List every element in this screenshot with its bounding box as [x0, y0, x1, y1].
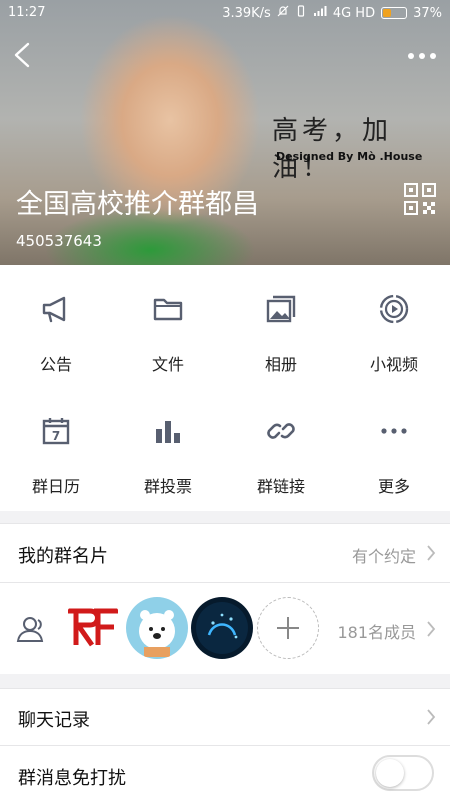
bar-chart-icon [156, 421, 180, 443]
chat-history-title: 聊天记录 [18, 710, 90, 731]
action-label: 群投票 [143, 477, 192, 496]
network-type: 4G HD [332, 5, 376, 21]
more-icon [381, 428, 407, 434]
action-more[interactable]: 更多 [338, 387, 450, 507]
more-options-icon[interactable] [406, 48, 438, 64]
signal-icon [313, 5, 327, 21]
add-member-button[interactable] [257, 597, 319, 659]
action-files[interactable]: 文件 [112, 265, 224, 385]
action-label: 更多 [377, 477, 410, 496]
qr-code-icon[interactable] [404, 183, 436, 215]
action-album[interactable]: 相册 [225, 265, 337, 385]
mute-icon [277, 5, 289, 21]
polar-bear-icon [139, 610, 175, 657]
video-icon [379, 294, 409, 324]
action-label: 群链接 [256, 477, 305, 496]
chat-history-row[interactable]: 聊天记录 [0, 688, 450, 745]
group-card-title: 我的群名片 [18, 546, 108, 567]
dnd-title: 群消息免打扰 [18, 768, 126, 789]
action-label: 小视频 [369, 355, 418, 374]
action-short-video[interactable]: 小视频 [338, 265, 450, 385]
svg-text:7: 7 [52, 429, 60, 443]
action-label: 公告 [39, 355, 72, 374]
divider [0, 674, 450, 688]
avatar[interactable] [62, 597, 124, 659]
group-name: 全国高校推介群都昌 [16, 189, 259, 220]
back-arrow-icon[interactable] [10, 40, 38, 70]
group-id: 450537643 [16, 232, 102, 250]
folder-icon [153, 298, 183, 321]
battery-icon [381, 7, 408, 19]
vibrate-icon [295, 5, 307, 21]
battery-percent: 37% [413, 5, 442, 21]
zodiac-icon [196, 602, 248, 654]
avatar[interactable] [191, 597, 253, 659]
action-grid: 公告 文件 相册 小视频 7 群日历 群投票 群链接 更多 [0, 265, 450, 511]
calendar-icon: 7 [42, 418, 70, 445]
designed-by-text: Designed By Mò .House [276, 150, 423, 163]
action-calendar[interactable]: 7 群日历 [0, 387, 112, 507]
chevron-right-icon [427, 545, 436, 561]
group-card-row[interactable]: 我的群名片 有个约定 [0, 523, 450, 582]
group-card-value: 有个约定 [351, 547, 416, 566]
members-icon [16, 617, 44, 642]
chevron-right-icon [427, 709, 436, 725]
plus-icon [277, 617, 299, 639]
member-count: 181名成员 [337, 623, 416, 642]
megaphone-icon [42, 296, 66, 323]
album-icon [266, 295, 296, 323]
avatar[interactable] [126, 597, 188, 659]
action-label: 相册 [264, 355, 297, 374]
group-header: 11:27 3.39K/s 4G HD 37% 高考，加油！ Designed … [0, 0, 450, 265]
rf-logo-icon [68, 608, 118, 647]
action-label: 文件 [151, 355, 184, 374]
dnd-toggle[interactable] [372, 755, 434, 791]
status-time: 11:27 [8, 5, 46, 20]
action-vote[interactable]: 群投票 [112, 387, 224, 507]
network-speed: 3.39K/s [222, 5, 271, 21]
battery-fill [383, 9, 392, 17]
action-announcement[interactable]: 公告 [0, 265, 112, 385]
action-link[interactable]: 群链接 [225, 387, 337, 507]
action-label: 群日历 [31, 477, 80, 496]
toggle-knob [376, 759, 404, 787]
divider [0, 511, 450, 523]
link-icon [267, 423, 295, 439]
slogan-text: 高考，加油！ [272, 116, 393, 183]
status-bar: 11:27 3.39K/s 4G HD 37% [0, 0, 450, 26]
chevron-right-icon [427, 621, 436, 637]
